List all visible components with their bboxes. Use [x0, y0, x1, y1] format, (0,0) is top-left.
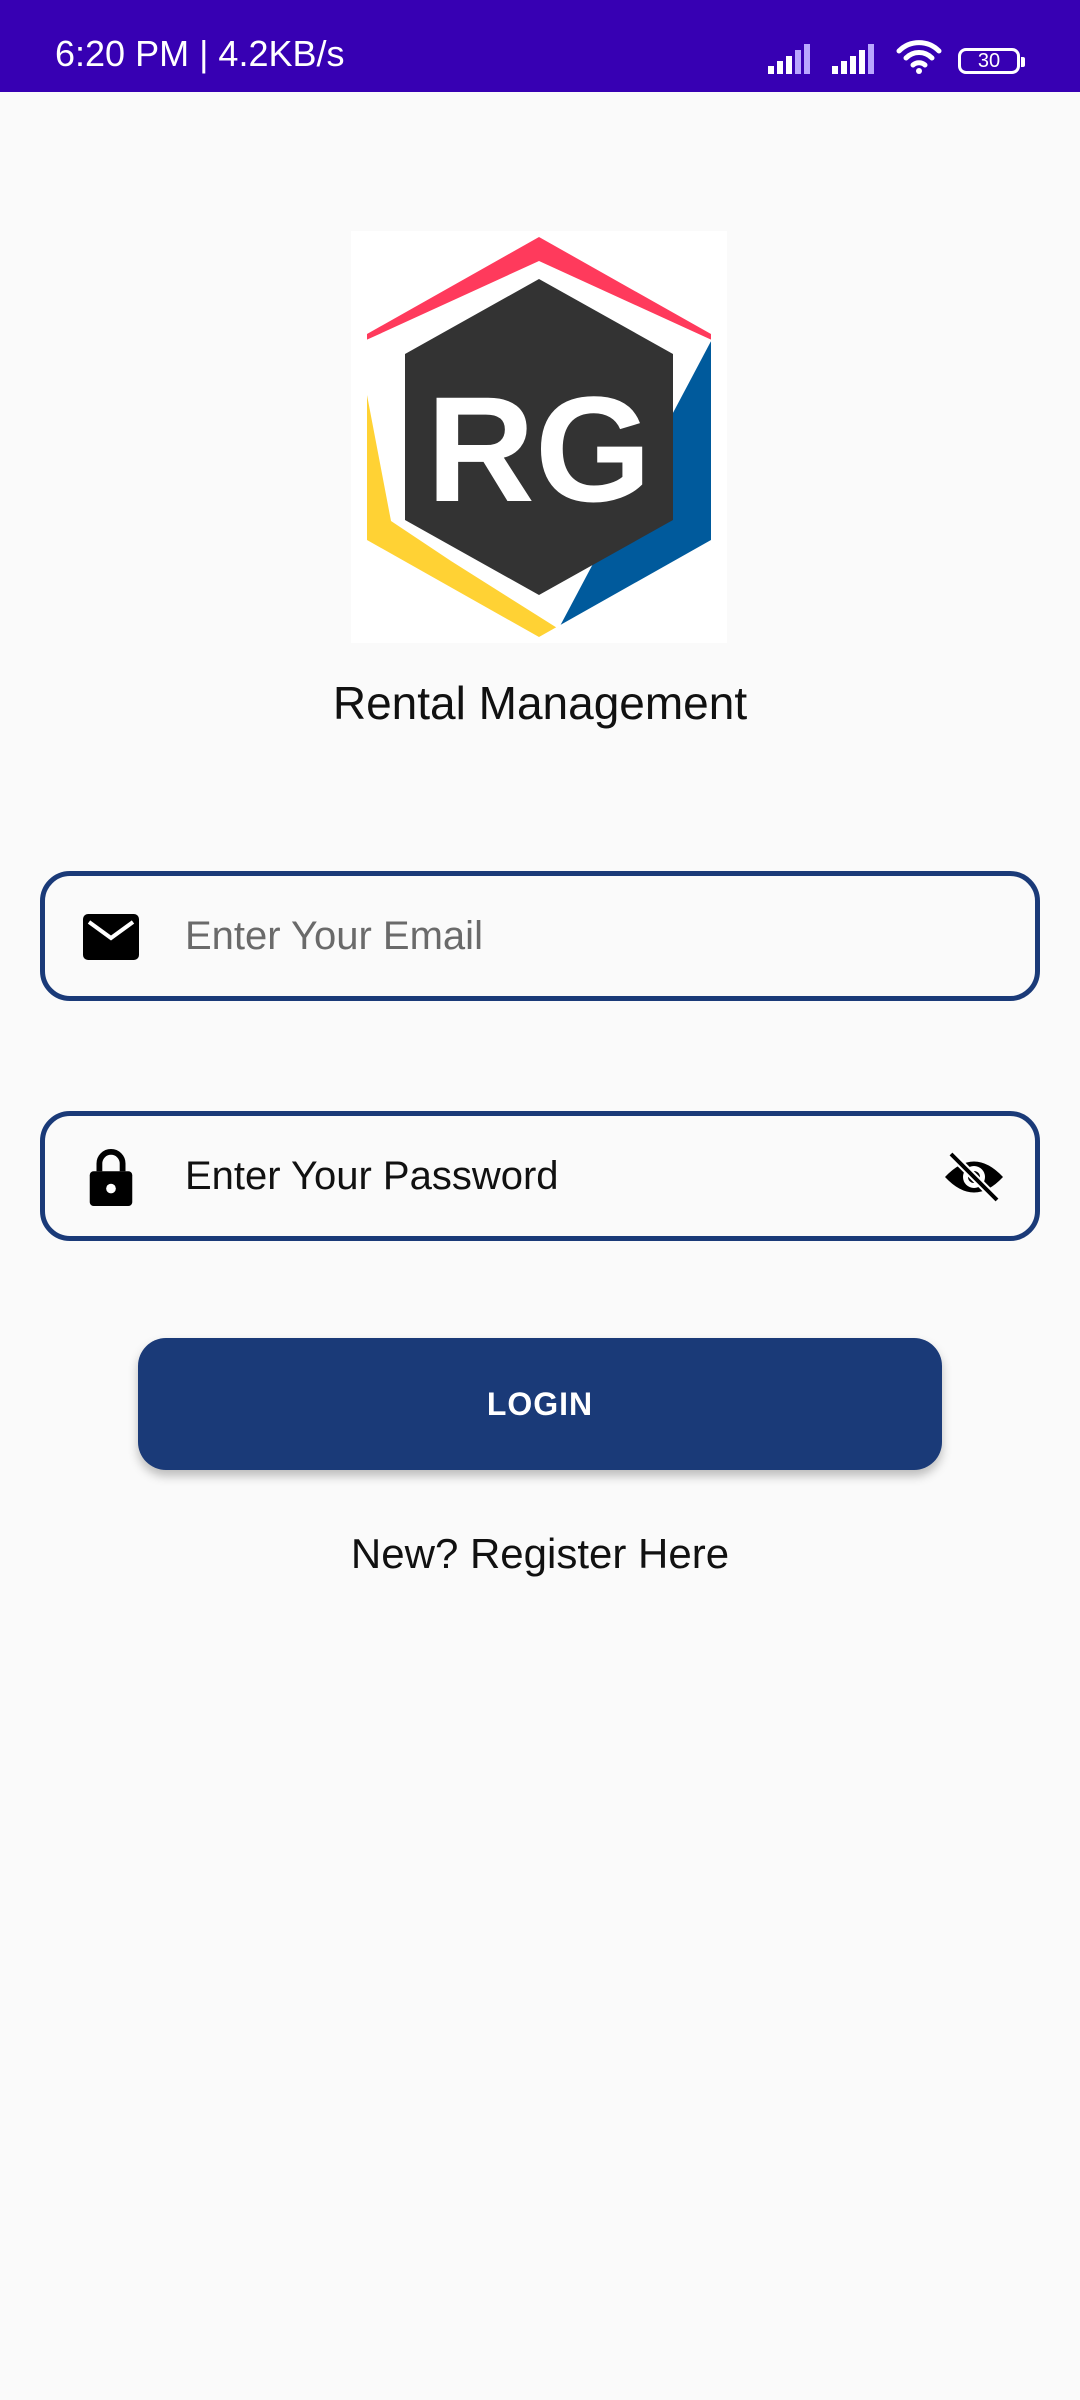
wifi-icon — [896, 40, 942, 74]
app-title: Rental Management — [332, 677, 748, 729]
signal-icon — [768, 44, 810, 74]
status-icons: 30 — [768, 40, 1025, 74]
login-button[interactable]: LOGIN — [138, 1338, 942, 1470]
password-field[interactable] — [40, 1111, 1040, 1241]
lock-icon — [89, 1149, 133, 1206]
signal-icon — [832, 44, 874, 74]
password-input[interactable] — [185, 1136, 945, 1216]
status-time-speed: 6:20 PM | 4.2KB/s — [55, 33, 345, 74]
logo-text: RG — [427, 365, 652, 533]
battery-icon: 30 — [958, 48, 1025, 74]
mail-icon — [83, 914, 139, 960]
email-input[interactable] — [185, 896, 945, 976]
status-bar: 6:20 PM | 4.2KB/s 30 — [0, 0, 1080, 92]
register-link[interactable]: New? Register Here — [0, 1530, 1080, 1578]
email-field[interactable] — [40, 871, 1040, 1001]
eye-off-icon[interactable] — [943, 1150, 1005, 1204]
app-logo: RG — [351, 231, 727, 643]
